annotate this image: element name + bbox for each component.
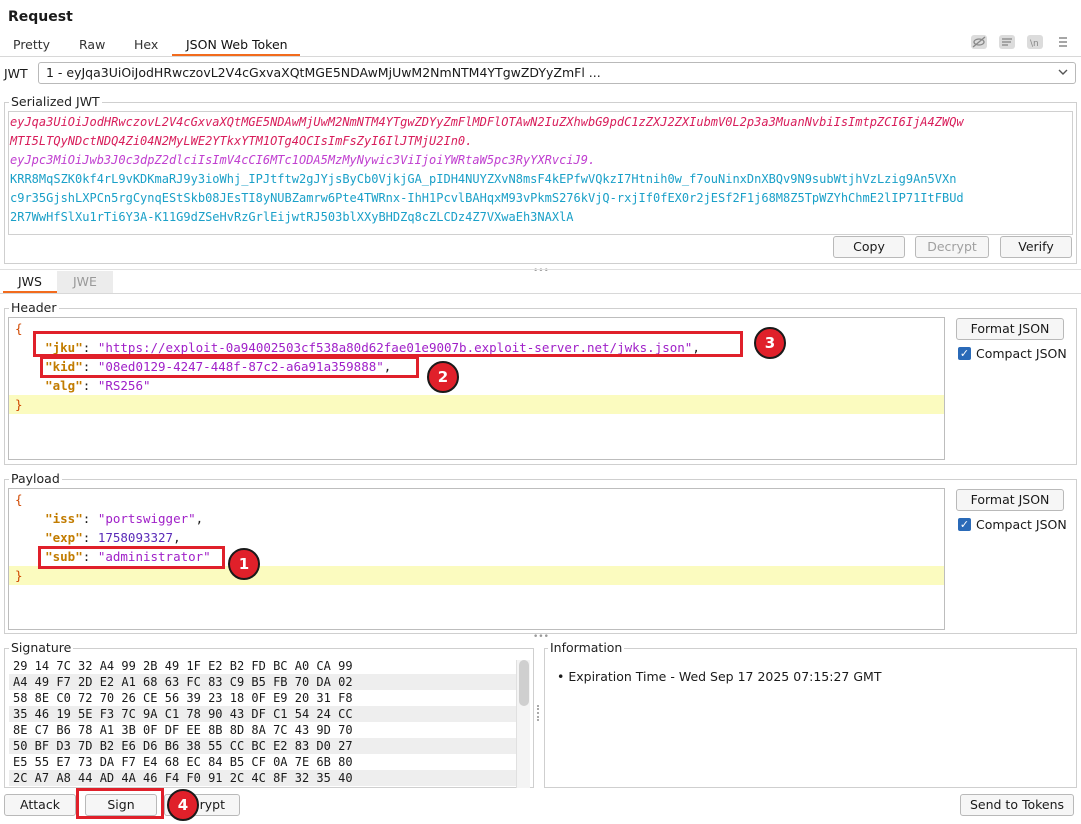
tab-jws[interactable]: JWS	[3, 271, 57, 293]
payload-iss-line: "iss": "portswigger",	[45, 511, 204, 526]
eye-off-icon[interactable]	[970, 34, 988, 50]
signature-label: Signature	[9, 640, 74, 655]
annotation-badge-3: 3	[754, 327, 786, 359]
copy-button[interactable]: Copy	[833, 236, 905, 258]
hex-row: 35 46 19 5E F3 7C 9A C1 78 90 43 DF C1 5…	[9, 706, 519, 722]
jwt-header-segment-2: MTI5LTQyNDctNDQ4Zi04N2MyLWE2YTkxYTM1OTg4…	[10, 134, 473, 148]
payload-format-json-button[interactable]: Format JSON	[956, 489, 1064, 511]
annotation-box-sign	[76, 788, 164, 819]
header-label: Header	[9, 300, 59, 315]
payload-open-brace: {	[15, 492, 23, 507]
header-alg-line: "alg": "RS256"	[45, 378, 151, 393]
exp-key: "exp"	[45, 530, 83, 545]
exp-value: 1758093327	[97, 530, 174, 545]
splitter-handle-2[interactable]: •••	[533, 632, 549, 642]
tab-json-web-token[interactable]: JSON Web Token	[186, 37, 288, 52]
hex-row: 50 BF D3 7D B2 E6 D6 B6 38 55 CC BC E2 8…	[9, 738, 519, 754]
hex-row: 58 8E C0 72 70 26 CE 56 39 23 18 0F E9 2…	[13, 691, 353, 705]
signature-hex-view[interactable]: 29 14 7C 32 A4 99 2B 49 1F E2 B2 FD BC A…	[5, 657, 533, 787]
verify-button[interactable]: Verify	[1000, 236, 1072, 258]
splitter-handle[interactable]: •••	[533, 266, 549, 276]
annotation-badge-2: 2	[427, 361, 459, 393]
header-format-json-button[interactable]: Format JSON	[956, 318, 1064, 340]
header-compact-label: Compact JSON	[976, 346, 1067, 361]
alg-value: "RS256"	[97, 378, 151, 393]
tabs-divider	[0, 56, 1081, 57]
jwt-payload-segment: eyJpc3MiOiJwb3J0c3dpZ2dlciIsImV4cCI6MTc1…	[10, 153, 596, 167]
signature-scrollbar-thumb[interactable]	[519, 660, 529, 706]
jwt-signature-segment-1: KRR8MqSZK0kf4rL9vKDKmaRJ9y3ioWhj_IPJtftw…	[10, 172, 957, 186]
annotation-box-kid	[40, 356, 419, 378]
jwt-select-value: 1 - eyJqa3UiOiJodHRwczovL2V4cGxvaXQtMGE5…	[46, 65, 601, 80]
information-item: • Expiration Time - Wed Sep 17 2025 07:1…	[557, 669, 882, 684]
annotation-badge-4: 4	[167, 789, 199, 821]
tab-jwe[interactable]: JWE	[57, 271, 113, 293]
svg-text:\n: \n	[1030, 39, 1039, 49]
payload-exp-line: "exp": 1758093327,	[45, 530, 181, 545]
serialized-jwt-text[interactable]: eyJqa3UiOiJodHRwczovL2V4cGxvaXQtMGE5NDAw…	[8, 111, 1073, 235]
hex-row: 2C A7 A8 44 AD 4A 46 F4 F0 91 2C 4C 8F 3…	[9, 770, 519, 786]
serialized-jwt-label: Serialized JWT	[9, 94, 102, 109]
annotation-badge-1: 1	[228, 548, 260, 580]
signature-scrollbar[interactable]	[516, 660, 530, 788]
newline-icon[interactable]: \n	[1026, 34, 1044, 50]
menu-icon[interactable]	[1054, 34, 1072, 50]
alg-key: "alg"	[45, 378, 83, 393]
iss-value: "portswigger"	[97, 511, 196, 526]
subtabs-divider	[0, 293, 1081, 294]
tab-hex[interactable]: Hex	[134, 37, 158, 52]
header-compact-checkbox[interactable]: ✓	[958, 347, 971, 360]
hex-row: E5 55 E7 73 DA F7 E4 68 EC 84 B5 CF 0A 7…	[13, 755, 353, 769]
payload-compact-checkbox[interactable]: ✓	[958, 518, 971, 531]
tab-pretty[interactable]: Pretty	[13, 37, 50, 52]
send-to-tokens-button[interactable]: Send to Tokens	[960, 794, 1074, 816]
hex-row: 8E C7 B6 78 A1 3B 0F DF EE 8B 8D 8A 7C 4…	[13, 723, 353, 737]
splitter-line	[0, 269, 1081, 270]
iss-key: "iss"	[45, 511, 83, 526]
payload-label: Payload	[9, 471, 62, 486]
wrap-icon[interactable]	[998, 34, 1016, 50]
decrypt-button[interactable]: Decrypt	[915, 236, 989, 258]
hex-row: A4 49 F7 2D E2 A1 68 63 FC 83 C9 B5 FB 7…	[9, 674, 519, 690]
jwt-signature-segment-2: c9r35GjshLXPCn5rgCynqEStSkb08JEsTI8yNUBZ…	[10, 191, 964, 205]
jwt-signature-segment-3: 2R7WwHfSlXu1rTi6Y3A-K11G9dZSeHvRzGrlEijw…	[10, 210, 574, 224]
header-close-brace: }	[9, 395, 944, 414]
information-label: Information	[548, 640, 625, 655]
jwt-header-segment-1: eyJqa3UiOiJodHRwczovL2V4cGxvaXQtMGE5NDAw…	[10, 115, 964, 129]
annotation-box-sub	[38, 546, 225, 569]
panel-title: Request	[8, 9, 73, 25]
payload-compact-label: Compact JSON	[976, 517, 1067, 532]
vertical-splitter-handle[interactable]	[537, 705, 541, 721]
tab-raw[interactable]: Raw	[79, 37, 105, 52]
tab-jwe-label: JWE	[73, 274, 97, 289]
jwt-select[interactable]: 1 - eyJqa3UiOiJodHRwczovL2V4cGxvaXQtMGE5…	[38, 62, 1076, 84]
hex-row: 29 14 7C 32 A4 99 2B 49 1F E2 B2 FD BC A…	[13, 659, 353, 673]
annotation-box-jku	[33, 331, 743, 357]
attack-button[interactable]: Attack	[4, 794, 76, 816]
tab-jws-label: JWS	[18, 274, 42, 289]
jwt-label: JWT	[4, 66, 28, 81]
chevron-down-icon	[1057, 66, 1069, 82]
encrypt-button-label: rypt	[199, 797, 225, 812]
